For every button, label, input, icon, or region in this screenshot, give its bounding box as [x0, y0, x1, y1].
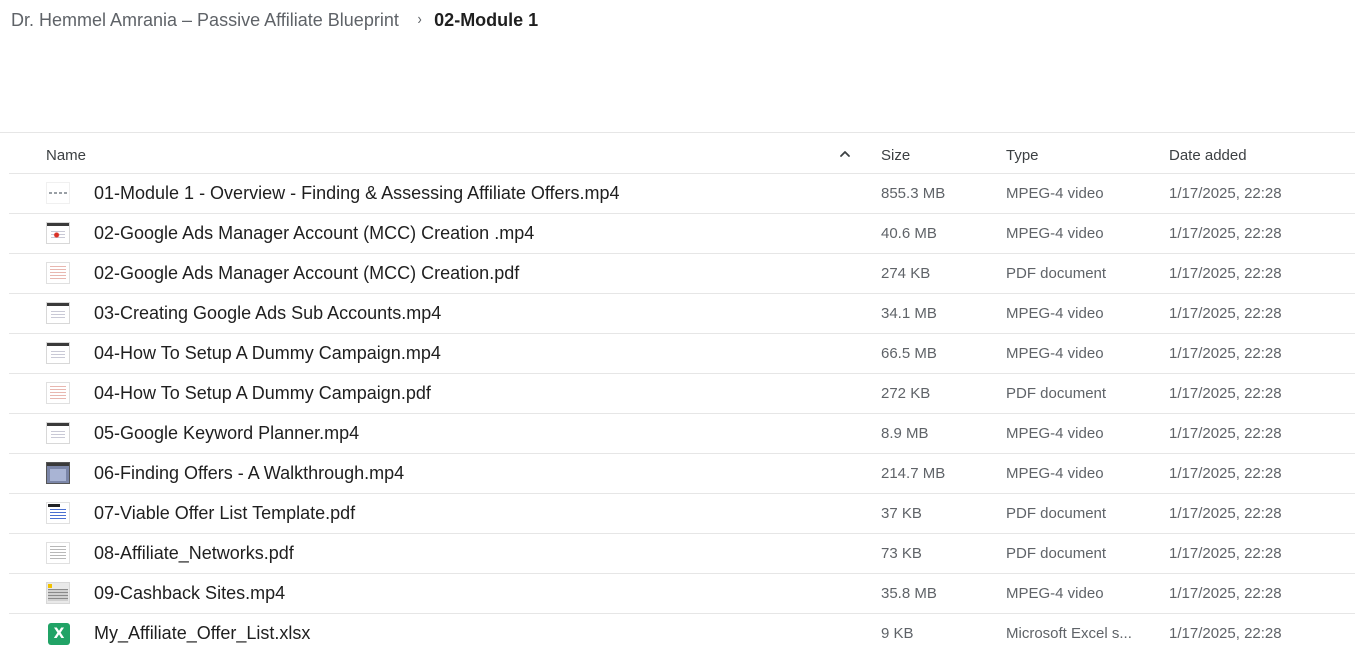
file-row[interactable]: 02-Google Ads Manager Account (MCC) Crea…	[9, 213, 1355, 253]
file-date-added: 1/17/2025, 22:28	[1169, 425, 1282, 442]
file-date-added: 1/17/2025, 22:28	[1169, 385, 1282, 402]
breadcrumb: Dr. Hemmel Amrania – Passive Affiliate B…	[11, 9, 538, 31]
file-name: 09-Cashback Sites.mp4	[94, 583, 286, 603]
file-size: 214.7 MB	[881, 465, 946, 482]
file-date-added: 1/17/2025, 22:28	[1169, 225, 1282, 242]
file-date-added: 1/17/2025, 22:28	[1169, 345, 1282, 362]
file-row[interactable]: 05-Google Keyword Planner.mp4 8.9 MB MPE…	[9, 413, 1355, 453]
file-row[interactable]: 07-Viable Offer List Template.pdf 37 KB …	[9, 493, 1355, 533]
file-list: Name Size Type Date added 01-Module 1 - …	[0, 132, 1355, 653]
pdf-thumbnail-icon	[46, 262, 70, 284]
file-date-added: 1/17/2025, 22:28	[1169, 545, 1282, 562]
file-type: PDF document	[1006, 265, 1107, 282]
file-date-added: 1/17/2025, 22:28	[1169, 625, 1282, 642]
file-date-added: 1/17/2025, 22:28	[1169, 465, 1282, 482]
file-size: 9 KB	[881, 625, 914, 642]
file-size: 34.1 MB	[881, 305, 937, 322]
file-name: 04-How To Setup A Dummy Campaign.mp4	[94, 343, 441, 363]
column-header-type[interactable]: Type	[1006, 133, 1039, 173]
chevron-up-icon[interactable]	[838, 147, 852, 161]
file-name: 08-Affiliate_Networks.pdf	[94, 543, 294, 563]
file-row[interactable]: 04-How To Setup A Dummy Campaign.mp4 66.…	[9, 333, 1355, 373]
file-type: PDF document	[1006, 505, 1107, 522]
video-thumbnail-icon	[46, 582, 70, 604]
file-date-added: 1/17/2025, 22:28	[1169, 305, 1282, 322]
file-size: 855.3 MB	[881, 185, 946, 202]
breadcrumb-separator-icon: ›	[417, 11, 422, 28]
file-row[interactable]: 01-Module 1 - Overview - Finding & Asses…	[9, 173, 1355, 213]
file-type: MPEG-4 video	[1006, 465, 1104, 482]
file-size: 66.5 MB	[881, 345, 937, 362]
file-name: 02-Google Ads Manager Account (MCC) Crea…	[94, 223, 535, 243]
breadcrumb-parent-folder[interactable]: Dr. Hemmel Amrania – Passive Affiliate B…	[11, 10, 399, 31]
file-row[interactable]: 03-Creating Google Ads Sub Accounts.mp4 …	[9, 293, 1355, 333]
pdf-thumbnail-icon	[46, 542, 70, 564]
file-name: 05-Google Keyword Planner.mp4	[94, 423, 360, 443]
file-name: 03-Creating Google Ads Sub Accounts.mp4	[94, 303, 442, 323]
column-header-size[interactable]: Size	[881, 133, 910, 173]
file-size: 35.8 MB	[881, 585, 937, 602]
breadcrumb-current-folder: 02-Module 1	[434, 9, 539, 30]
file-row[interactable]: 04-How To Setup A Dummy Campaign.pdf 272…	[9, 373, 1355, 413]
file-name: 04-How To Setup A Dummy Campaign.pdf	[94, 383, 431, 403]
column-header-date-added[interactable]: Date added	[1169, 133, 1247, 173]
file-date-added: 1/17/2025, 22:28	[1169, 505, 1282, 522]
file-size: 40.6 MB	[881, 225, 937, 242]
video-thumbnail-icon	[46, 342, 70, 364]
file-type: Microsoft Excel s...	[1006, 625, 1132, 642]
video-thumbnail-icon	[46, 222, 70, 244]
file-size: 37 KB	[881, 505, 922, 522]
file-size: 274 KB	[881, 265, 931, 282]
file-list-header: Name Size Type Date added	[0, 133, 1355, 173]
file-date-added: 1/17/2025, 22:28	[1169, 265, 1282, 282]
file-row[interactable]: 08-Affiliate_Networks.pdf 73 KB PDF docu…	[9, 533, 1355, 573]
video-thumbnail-icon	[46, 462, 70, 484]
file-name: 06-Finding Offers - A Walkthrough.mp4	[94, 463, 405, 483]
file-type: PDF document	[1006, 385, 1107, 402]
file-size: 272 KB	[881, 385, 931, 402]
file-row[interactable]: 02-Google Ads Manager Account (MCC) Crea…	[9, 253, 1355, 293]
file-name: My_Affiliate_Offer_List.xlsx	[94, 623, 311, 643]
excel-icon: X	[48, 623, 70, 645]
column-header-name[interactable]: Name	[46, 133, 86, 173]
video-thumbnail-icon	[46, 302, 70, 324]
file-name: 01-Module 1 - Overview - Finding & Asses…	[94, 183, 620, 203]
file-date-added: 1/17/2025, 22:28	[1169, 585, 1282, 602]
file-name: 02-Google Ads Manager Account (MCC) Crea…	[94, 263, 520, 283]
file-type: MPEG-4 video	[1006, 585, 1104, 602]
video-thumbnail-icon	[46, 422, 70, 444]
file-type: MPEG-4 video	[1006, 305, 1104, 322]
file-row[interactable]: 09-Cashback Sites.mp4 35.8 MB MPEG-4 vid…	[9, 573, 1355, 613]
pdf-thumbnail-icon	[46, 382, 70, 404]
file-row[interactable]: 06-Finding Offers - A Walkthrough.mp4 21…	[9, 453, 1355, 493]
file-name: 07-Viable Offer List Template.pdf	[94, 503, 356, 523]
file-type: MPEG-4 video	[1006, 185, 1104, 202]
file-size: 8.9 MB	[881, 425, 929, 442]
file-row[interactable]: X My_Affiliate_Offer_List.xlsx 9 KB Micr…	[9, 613, 1355, 653]
file-type: MPEG-4 video	[1006, 345, 1104, 362]
pdf-thumbnail-icon	[46, 502, 70, 524]
video-thumbnail-icon	[46, 182, 70, 204]
file-type: MPEG-4 video	[1006, 425, 1104, 442]
file-size: 73 KB	[881, 545, 922, 562]
file-type: PDF document	[1006, 545, 1107, 562]
file-date-added: 1/17/2025, 22:28	[1169, 185, 1282, 202]
file-type: MPEG-4 video	[1006, 225, 1104, 242]
